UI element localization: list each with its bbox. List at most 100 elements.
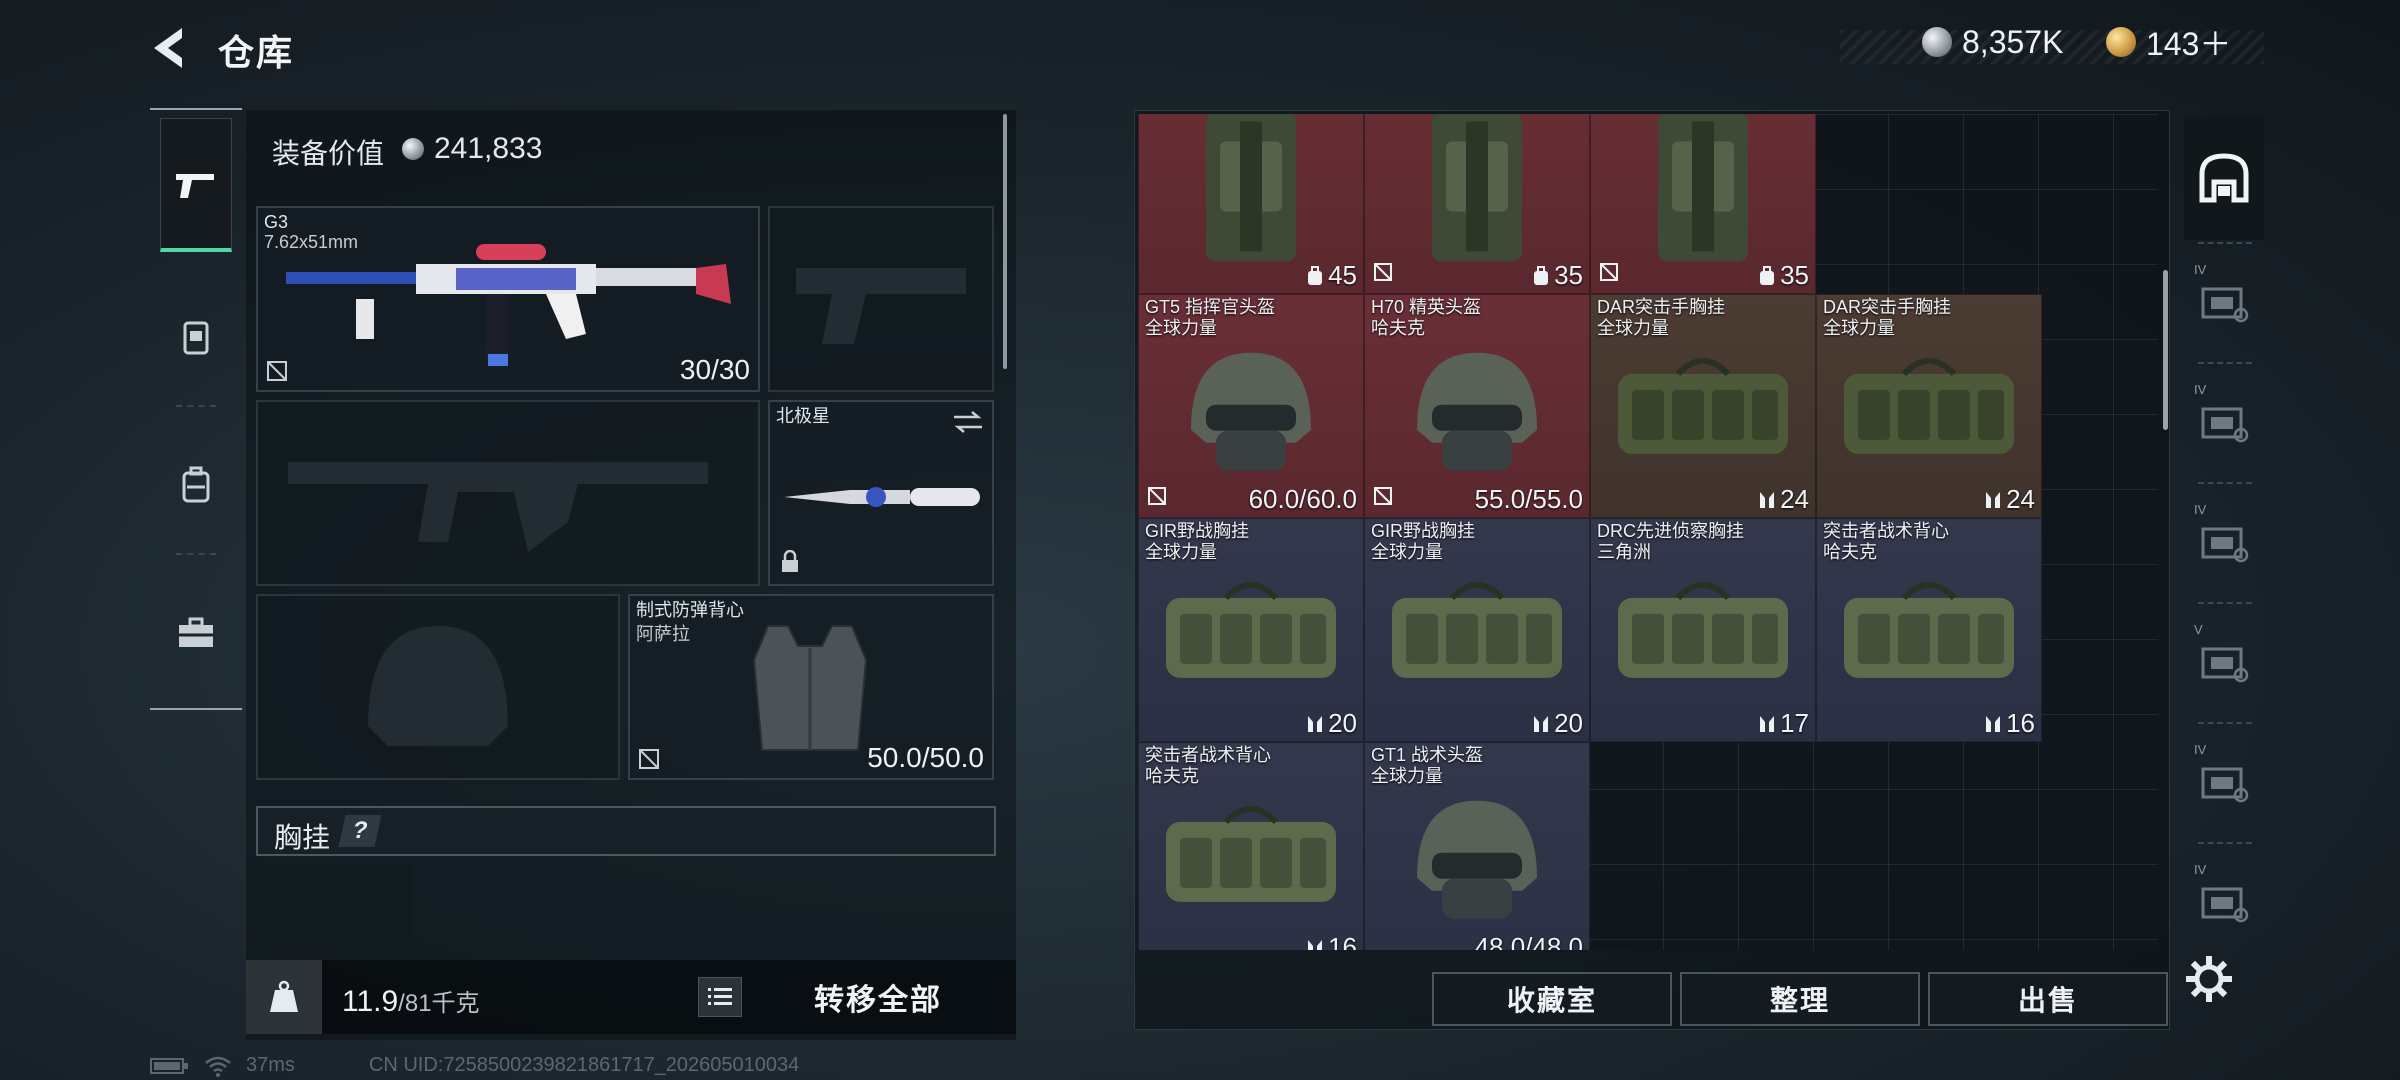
chest-rig-icon	[1382, 568, 1572, 703]
storage-item[interactable]: 35	[1364, 114, 1590, 294]
capacity-icon	[1534, 265, 1549, 285]
armor-slot[interactable]: 制式防弹背心 阿萨拉 50.0/50.0	[628, 594, 994, 780]
storage-item[interactable]: 突击者战术背心 哈夫克 16	[1138, 742, 1364, 950]
backpack-icon	[1402, 114, 1552, 277]
tier-tag: IV	[2194, 742, 2207, 757]
storage-grid[interactable]: 45 35 35 GT5 指挥官头盔 全球力量 60.0/60.0 H70 精英头盔 哈夫克 5…	[1138, 114, 2158, 950]
swap-icon[interactable]	[952, 410, 984, 434]
secondary-weapon-slot[interactable]	[256, 400, 760, 586]
rifle-silhouette-icon	[288, 462, 708, 552]
storage-case-icon	[2201, 767, 2249, 803]
item-value: 20	[1532, 708, 1583, 739]
armor-name: 制式防弹背心	[636, 600, 744, 620]
storage-case-tab[interactable]: IV	[2184, 250, 2264, 350]
item-value: 24	[1758, 484, 1809, 515]
tier-tag: V	[2194, 622, 2203, 637]
storage-case-icon	[2201, 287, 2249, 323]
item-value: 17	[1758, 708, 1809, 739]
weight-value: 11.9/81千克	[342, 985, 480, 1018]
warehouse-icon	[2199, 153, 2249, 203]
rail-separator	[2198, 362, 2252, 364]
tab-equipment[interactable]	[160, 270, 232, 404]
sell-button[interactable]: 出售	[1928, 972, 2168, 1026]
helmet-icon	[1402, 335, 1552, 490]
loadout-scrollbar[interactable]	[1003, 114, 1007, 369]
item-value: 24	[1984, 484, 2035, 515]
slots-icon	[1308, 939, 1323, 950]
backpack-icon	[182, 466, 210, 503]
no-insure-icon	[1373, 262, 1393, 287]
tab-case[interactable]	[160, 566, 232, 700]
storage-case-tab[interactable]: V	[2184, 610, 2264, 710]
tab-warehouse[interactable]	[2184, 116, 2264, 240]
item-name: GT1 战术头盔 全球力量	[1371, 745, 1484, 786]
capacity-icon	[1308, 265, 1323, 285]
rail-separator	[176, 405, 216, 407]
rail-separator	[2198, 602, 2252, 604]
no-insure-icon	[267, 361, 287, 381]
storage-case-tab[interactable]: IV	[2184, 850, 2264, 950]
help-button[interactable]: ?	[338, 815, 382, 847]
back-arrow-icon[interactable]	[148, 26, 188, 70]
melee-slot[interactable]: 北极星	[768, 400, 994, 586]
storage-item[interactable]: 45	[1138, 114, 1364, 294]
storage-item[interactable]: GIR野战胸挂 全球力量 20	[1138, 518, 1364, 742]
storage-scrollbar[interactable]	[2163, 270, 2168, 430]
equipment-icon	[183, 321, 209, 355]
storage-item[interactable]: DRC先进侦察胸挂 三角洲 17	[1590, 518, 1816, 742]
organize-button[interactable]: 整理	[1680, 972, 1920, 1026]
transfer-all-button[interactable]: 转移全部	[760, 964, 996, 1030]
uid-text: CN UID:7258500239821861717_202605010034	[368, 1054, 800, 1076]
chest-rig-icon	[1156, 792, 1346, 927]
silver-coin-icon	[1922, 27, 1952, 57]
rail-separator	[2198, 842, 2252, 844]
pistol-slot[interactable]	[768, 206, 994, 392]
storage-case-tab[interactable]: IV	[2184, 370, 2264, 470]
storage-item[interactable]: GIR野战胸挂 全球力量 20	[1364, 518, 1590, 742]
no-insure-icon	[1147, 486, 1167, 511]
primary-weapon-slot[interactable]: G3 7.62x51mm 30/30	[256, 206, 760, 392]
silver-coin-icon	[402, 138, 424, 160]
gold-coin-icon	[2106, 27, 2136, 57]
tier-tag: IV	[2194, 382, 2207, 397]
collection-room-button[interactable]: 收藏室	[1432, 972, 1672, 1026]
gold-currency[interactable]: 143＋	[2106, 20, 2231, 64]
wifi-icon	[205, 1056, 231, 1077]
tab-backpack[interactable]	[160, 418, 232, 552]
section-label: 胸挂	[274, 822, 331, 853]
silver-currency[interactable]: 8,357K	[1922, 20, 2063, 64]
lock-icon	[782, 550, 798, 572]
storage-item[interactable]: 突击者战术背心 哈夫克 16	[1816, 518, 2042, 742]
storage-item[interactable]: H70 精英头盔 哈夫克 55.0/55.0	[1364, 294, 1590, 518]
storage-item[interactable]: 35	[1590, 114, 1816, 294]
silver-amount: 8,357K	[1962, 23, 2064, 60]
slots-icon	[1760, 715, 1775, 732]
no-insure-icon	[1373, 486, 1393, 511]
helmet-slot[interactable]	[256, 594, 620, 780]
storage-item[interactable]: GT1 战术头盔 全球力量 48.0/48.0	[1364, 742, 1590, 950]
no-insure-icon	[1599, 262, 1619, 287]
storage-item[interactable]: DAR突击手胸挂 全球力量 24	[1590, 294, 1816, 518]
helmet-icon	[1176, 335, 1326, 490]
rail-top-line	[150, 108, 242, 110]
storage-item[interactable]: GT5 指挥官头盔 全球力量 60.0/60.0	[1138, 294, 1364, 518]
item-name: GT5 指挥官头盔 全球力量	[1145, 297, 1276, 338]
chest-rig-icon	[1608, 568, 1798, 703]
item-name: DRC先进侦察胸挂 三角洲	[1597, 521, 1744, 562]
item-name: DAR突击手胸挂 全球力量	[1823, 297, 1952, 338]
storage-case-tab[interactable]: IV	[2184, 730, 2264, 830]
storage-item[interactable]: DAR突击手胸挂 全球力量 24	[1816, 294, 2042, 518]
item-name: 突击者战术背心 哈夫克	[1145, 745, 1271, 786]
gold-amount: 143＋	[2146, 26, 2232, 62]
tab-weapons[interactable]	[160, 118, 232, 252]
loadout-value-label: 装备价值	[272, 138, 385, 169]
chest-rig-icon	[1834, 344, 2024, 479]
chest-rig-slot[interactable]	[256, 864, 412, 954]
helmet-icon	[1402, 783, 1552, 938]
melee-name: 北极星	[776, 406, 830, 426]
storage-case-tab[interactable]: IV	[2184, 490, 2264, 590]
list-view-button[interactable]	[698, 977, 742, 1017]
chest-rig-section[interactable]: 胸挂 ?	[256, 806, 996, 856]
item-value: 60.0/60.0	[1248, 484, 1357, 514]
settings-gear-icon[interactable]	[2186, 956, 2232, 1002]
